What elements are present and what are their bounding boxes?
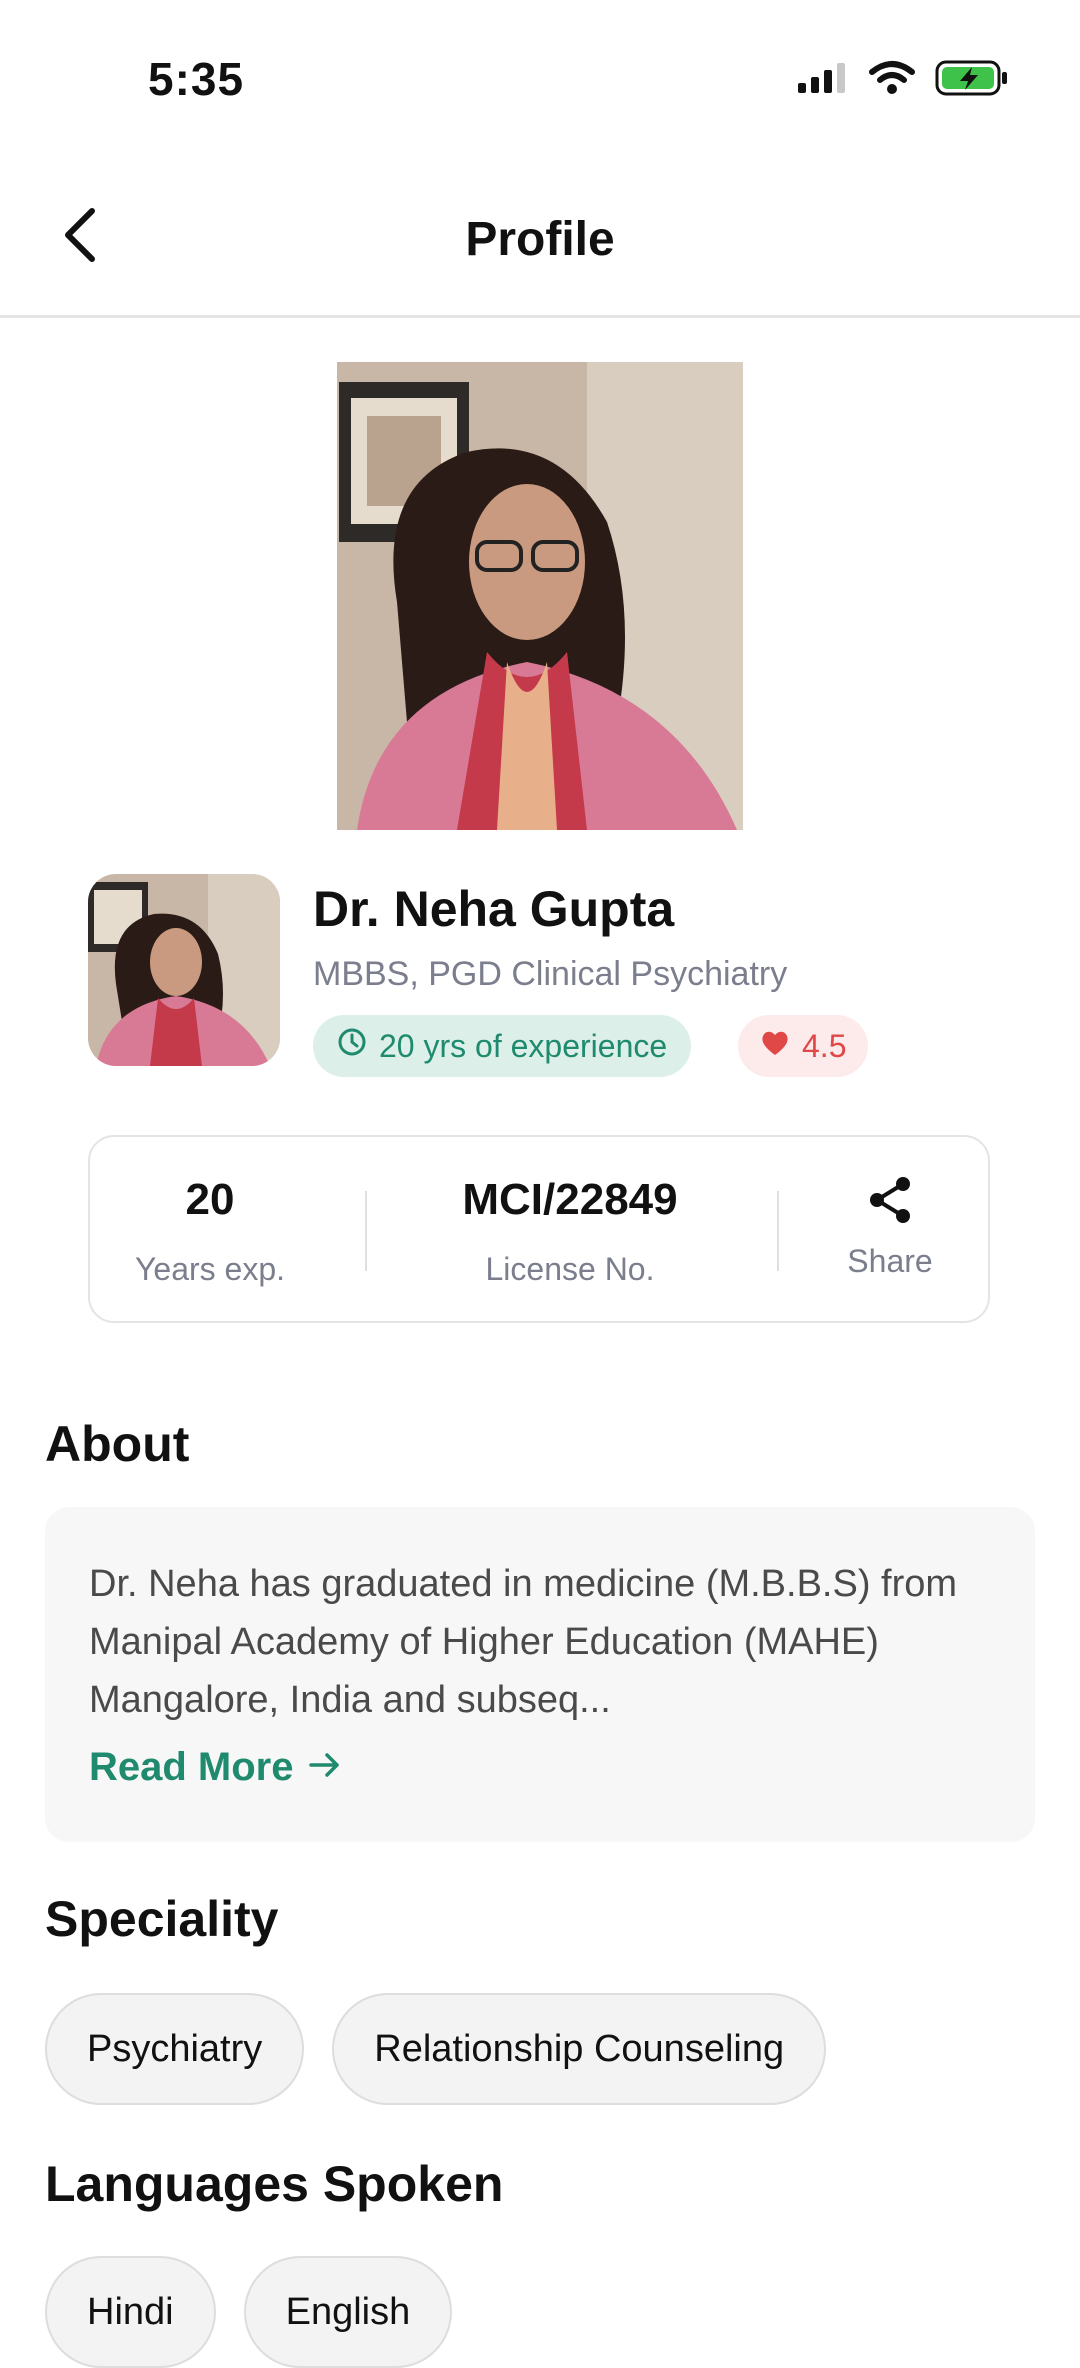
about-text: Dr. Neha has graduated in medicine (M.B.…	[89, 1563, 958, 1721]
speciality-chip[interactable]: Psychiatry	[45, 1993, 305, 2105]
share-label: Share	[847, 1243, 933, 1279]
clock-icon	[337, 1027, 367, 1065]
doctor-qualification: MBBS, PGD Clinical Psychiatry	[313, 955, 788, 993]
experience-badge: 20 yrs of experience	[313, 1015, 692, 1077]
stat-years: 20 Years exp.	[90, 1137, 330, 1321]
cellular-signal-icon	[796, 61, 850, 100]
language-chip[interactable]: English	[243, 2256, 453, 2368]
stat-years-label: Years exp.	[134, 1251, 286, 1287]
about-card: Dr. Neha has graduated in medicine (M.B.…	[45, 1507, 1035, 1842]
share-icon	[867, 1175, 913, 1230]
language-chips: Hindi English	[45, 2256, 453, 2368]
rating-value: 4.5	[802, 1027, 847, 1064]
header-divider	[0, 315, 1080, 318]
stat-divider	[777, 1191, 779, 1271]
arrow-right-icon	[308, 1745, 342, 1790]
rating-badge: 4.5	[738, 1015, 869, 1077]
experience-badge-label: 20 yrs of experience	[379, 1027, 668, 1064]
doctor-avatar	[88, 874, 280, 1066]
wifi-icon	[868, 60, 916, 101]
speciality-chip[interactable]: Relationship Counseling	[332, 1993, 827, 2105]
page-title: Profile	[465, 213, 615, 266]
status-icons	[796, 58, 1010, 102]
read-more-link[interactable]: Read More	[89, 1745, 342, 1790]
stats-card: 20 Years exp. MCI/22849 License No. Shar…	[88, 1135, 990, 1323]
speciality-title: Speciality	[45, 1891, 279, 1947]
battery-charging-icon	[934, 58, 1010, 103]
status-time: 5:35	[148, 53, 245, 105]
stat-years-value: 20	[185, 1175, 235, 1224]
language-chip[interactable]: Hindi	[45, 2256, 216, 2368]
speciality-chips: Psychiatry Relationship Counseling	[45, 1993, 827, 2105]
stat-license: MCI/22849 License No.	[370, 1137, 770, 1321]
doctor-name: Dr. Neha Gupta	[313, 881, 675, 937]
stat-divider	[365, 1191, 367, 1271]
doctor-photo	[337, 362, 743, 830]
languages-title: Languages Spoken	[45, 2156, 504, 2212]
heart-icon	[760, 1028, 790, 1065]
about-title: About	[45, 1416, 190, 1472]
stat-license-label: License No.	[485, 1251, 655, 1287]
stat-license-value: MCI/22849	[462, 1175, 678, 1224]
read-more-label: Read More	[89, 1745, 294, 1789]
share-button[interactable]: Share	[790, 1137, 990, 1321]
